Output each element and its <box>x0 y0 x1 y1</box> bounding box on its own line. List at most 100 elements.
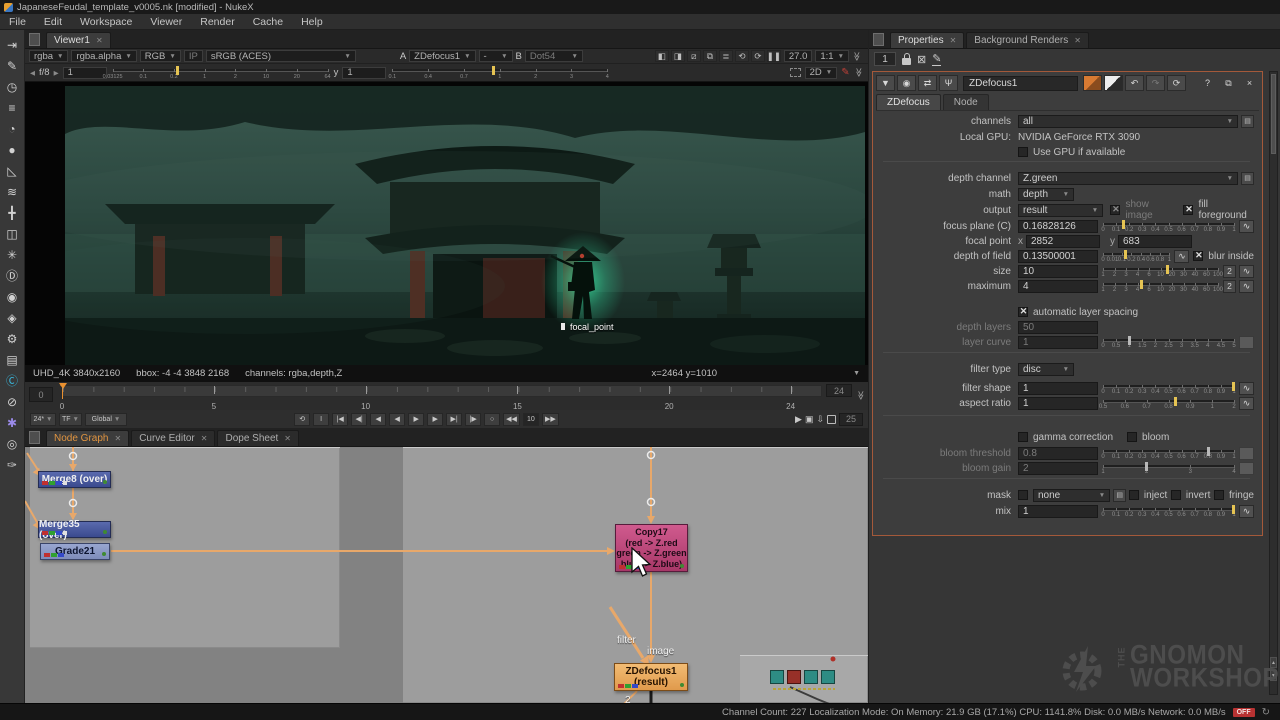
bloom-checkbox[interactable] <box>1127 432 1137 442</box>
panel-menu-icon[interactable] <box>29 33 40 46</box>
depth-layers-input[interactable]: 50 <box>1018 321 1098 334</box>
dof-slider[interactable]: 00.010.10.20.40.60.81 <box>1103 250 1169 263</box>
step-back-button[interactable]: ◀◀ <box>503 413 520 426</box>
close-icon[interactable]: ✕ <box>96 36 103 45</box>
current-frame-box[interactable]: 0 <box>29 387 53 402</box>
max-panels-input[interactable]: 1 <box>874 52 896 66</box>
a-buffer-select[interactable]: ZDefocus1▼ <box>409 50 475 62</box>
gamma-input[interactable]: 1 <box>342 67 386 79</box>
tab-background-renders[interactable]: Background Renders✕ <box>966 32 1089 48</box>
maximum-slider[interactable]: 123461020304060100 <box>1103 280 1218 293</box>
particles-tool-icon[interactable]: ✳ <box>2 245 23 265</box>
focus-plane-input[interactable]: 0.16828126 <box>1018 220 1098 233</box>
auto-layer-checkbox[interactable] <box>1018 307 1028 317</box>
invert-checkbox[interactable] <box>1171 490 1181 500</box>
ab-blend-select[interactable]: -▼ <box>479 50 513 62</box>
gamma-correction-checkbox[interactable] <box>1018 432 1028 442</box>
focus-plane-slider[interactable]: 00.10.20.30.40.50.60.70.80.91 <box>1103 220 1234 233</box>
lock-range-icon[interactable] <box>827 415 836 424</box>
proxy-mode[interactable]: f/8 <box>39 67 50 78</box>
viewer-icon-5[interactable]: ⟲ <box>735 50 749 62</box>
step-forward-button[interactable]: ▶▶ <box>542 413 559 426</box>
menu-render[interactable]: Render <box>191 14 243 29</box>
node-zdefocus1[interactable]: ZDefocus1 (result) <box>614 663 688 691</box>
transport-button-2[interactable]: |◀ <box>332 413 348 426</box>
gamma-slider[interactable]: 0.10.40.71234 <box>392 66 607 80</box>
hanger-icon[interactable]: Ψ <box>939 75 958 91</box>
layer-curve-input[interactable]: 1 <box>1018 336 1098 349</box>
properties-scrollbar[interactable]: ▲ ▼ <box>1269 71 1278 695</box>
last-frame-box[interactable]: 25 <box>839 413 863 426</box>
layer_curve-handle[interactable] <box>1128 336 1131 345</box>
curve-icon[interactable] <box>1239 336 1254 349</box>
tab-node-graph[interactable]: Node Graph✕ <box>46 430 129 446</box>
tab-curve-editor[interactable]: Curve Editor✕ <box>131 430 215 446</box>
close-panel-icon[interactable]: × <box>1240 75 1259 91</box>
size-slider[interactable]: 123461020304060100 <box>1103 265 1218 278</box>
tab-node[interactable]: Node <box>943 94 989 110</box>
frame-increment-input[interactable]: 10 <box>523 413 539 426</box>
annotate-pen-icon[interactable]: ✎ <box>841 67 849 78</box>
group-node-cluster[interactable] <box>770 670 835 684</box>
depth-channel-select[interactable]: Z.green▼ <box>1018 172 1238 185</box>
focus_plane-handle[interactable] <box>1122 220 1125 229</box>
aspect_ratio-handle[interactable] <box>1174 397 1177 406</box>
plugins-tool-icon[interactable]: ⊘ <box>2 392 23 412</box>
other-tool-icon[interactable]: ▤ <box>2 350 23 370</box>
curve-icon[interactable]: ∿ <box>1239 382 1254 395</box>
gain-input[interactable]: 1 <box>63 67 107 79</box>
curve-icon[interactable]: ∿ <box>1239 397 1254 410</box>
scroll-down-icon[interactable]: ▼ <box>1270 670 1277 681</box>
transport-button-5[interactable]: ◀ <box>389 413 405 426</box>
filter-tool-icon[interactable]: ● <box>2 140 23 160</box>
draw-tool-icon[interactable]: ✎ <box>2 56 23 76</box>
mix-input[interactable]: 1 <box>1018 505 1098 518</box>
gl-color-swatch[interactable] <box>1104 75 1123 91</box>
merge-tool-icon[interactable]: ≋ <box>2 182 23 202</box>
bloom-gain-input[interactable]: 2 <box>1018 462 1098 475</box>
bloom-gain-slider[interactable]: 1234 <box>1103 462 1234 475</box>
viewer-icon-4[interactable]: ≣ <box>719 50 733 62</box>
curve-icon[interactable]: ∿ <box>1239 265 1254 278</box>
layer-select[interactable]: rgba▼ <box>29 50 68 62</box>
timeline-ruler[interactable]: 0 0510152024▪▪ 24 ≫ <box>25 382 868 410</box>
transport-right-icon-1[interactable]: ▣ <box>805 414 814 425</box>
assist-tool-icon[interactable]: ✑ <box>2 455 23 475</box>
curve-icon[interactable]: ∿ <box>1239 505 1254 518</box>
menu-file[interactable]: File <box>0 14 35 29</box>
panel-chevron-icon[interactable]: ≫ <box>851 51 862 60</box>
viewer-icon-7[interactable]: ❚❚ <box>767 50 781 62</box>
fringe-checkbox[interactable] <box>1214 490 1224 500</box>
frame-track[interactable]: 0510152024▪▪ <box>61 385 822 397</box>
transport-button-0[interactable]: ⟲ <box>294 413 310 426</box>
blur-inside-checkbox[interactable] <box>1193 251 1203 261</box>
channels-select[interactable]: all▼ <box>1018 115 1238 128</box>
image-tool-icon[interactable]: ⇥ <box>2 35 23 55</box>
tab-zdefocus[interactable]: ZDefocus <box>876 94 941 110</box>
viewer-icon-2[interactable]: ⧄ <box>687 50 701 62</box>
timeline-filter-select[interactable]: TF ▼ <box>59 413 82 426</box>
transport-button-9[interactable]: |▶ <box>465 413 481 426</box>
dof-input[interactable]: 0.13500001 <box>1018 250 1098 263</box>
transport-button-3[interactable]: ◀| <box>351 413 367 426</box>
center-node-icon[interactable]: ◉ <box>897 75 916 91</box>
aspect-ratio-slider[interactable]: 0.50.60.70.80.912 <box>1103 397 1234 410</box>
frame-range-select[interactable]: Global ▼ <box>85 413 127 426</box>
viewer-icon-1[interactable]: ◨ <box>671 50 685 62</box>
multiplier-button[interactable]: 2 <box>1223 265 1236 278</box>
focal-x-input[interactable]: 2852 <box>1026 235 1100 248</box>
node-grade21[interactable]: Grade21 <box>40 543 110 560</box>
tab-properties[interactable]: Properties✕ <box>890 32 964 48</box>
multiplier-button[interactable]: 2 <box>1223 280 1236 293</box>
curve-icon[interactable] <box>1239 462 1254 475</box>
bloom_gain-handle[interactable] <box>1145 462 1148 471</box>
node-color-swatch[interactable] <box>1083 75 1102 91</box>
panel-menu-icon[interactable] <box>873 33 884 46</box>
tab-dope-sheet[interactable]: Dope Sheet✕ <box>217 430 299 446</box>
timeline-chevron-icon[interactable]: ≫ <box>855 391 866 400</box>
use-gpu-checkbox[interactable] <box>1018 147 1028 157</box>
revert-icon[interactable]: ⟳ <box>1167 75 1186 91</box>
close-icon[interactable]: ✕ <box>950 36 957 45</box>
viewer-icon-0[interactable]: ◧ <box>655 50 669 62</box>
bloom-threshold-slider[interactable]: 00.10.20.30.40.50.60.70.80.91 <box>1103 447 1234 460</box>
